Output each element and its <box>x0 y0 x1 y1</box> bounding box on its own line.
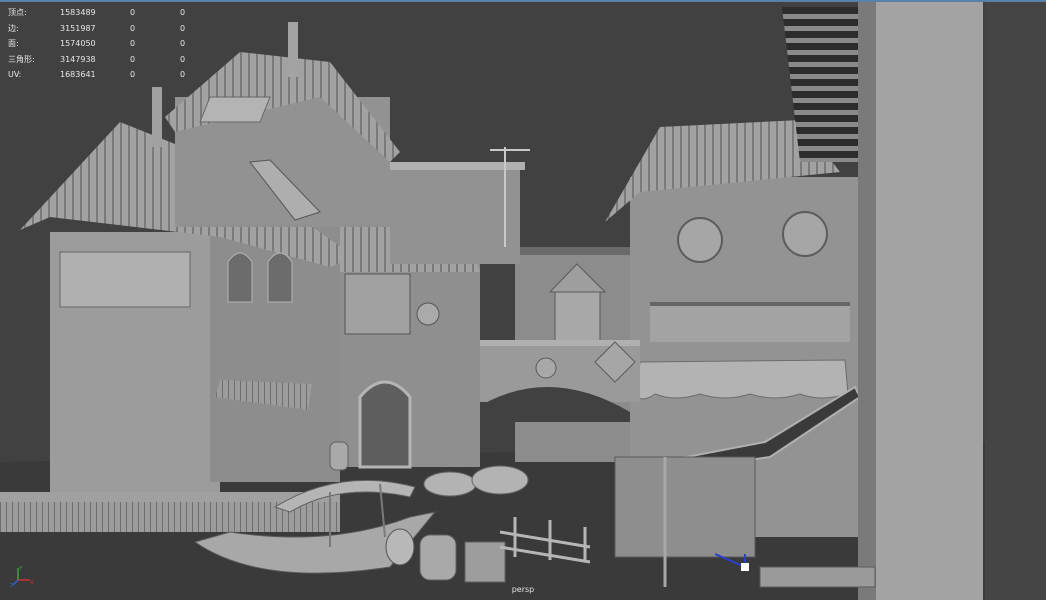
axis-y-label: Y <box>18 566 23 572</box>
market-awning <box>634 359 849 400</box>
hud-selected: 0 <box>130 23 136 33</box>
bench <box>759 566 876 588</box>
scene-render[interactable] <box>0 2 1046 600</box>
hud-value: 1583489 <box>60 8 96 17</box>
hud-component: 0 <box>180 39 186 48</box>
hud-row-triangles: 三角形: 3147938 0 0 <box>8 52 210 68</box>
gallery-structure <box>614 456 756 558</box>
hud-component: 0 <box>180 70 186 79</box>
hud-label: UV: <box>8 70 22 79</box>
hud-component: 0 <box>180 8 186 17</box>
hud-selected: 0 <box>130 70 136 79</box>
hud-value: 1683641 <box>60 70 96 79</box>
3d-viewport[interactable]: 顶点: 1583489 0 0 边: 3151987 0 0 面: 157405… <box>0 0 1046 600</box>
camera-label: persp <box>511 585 535 594</box>
arch-bridge <box>465 340 640 422</box>
hud-row-edges: 边: 3151987 0 0 <box>8 21 210 37</box>
middle-tower <box>385 147 530 264</box>
hud-label: 面: <box>8 39 19 48</box>
hud-row-uvs: UV: 1683641 0 0 <box>8 67 210 83</box>
hud-component: 0 <box>180 54 186 64</box>
hud-row-faces: 面: 1574050 0 0 <box>8 36 210 52</box>
hud-value: 1574050 <box>60 39 96 48</box>
hud-value: 3147938 <box>60 54 96 64</box>
hud-label: 顶点: <box>8 8 27 17</box>
hud-component: 0 <box>180 23 186 33</box>
poly-count-hud: 顶点: 1583489 0 0 边: 3151987 0 0 面: 157405… <box>8 5 210 83</box>
hud-label: 三角形: <box>8 54 35 64</box>
hud-label: 边: <box>8 23 19 33</box>
hud-value: 3151987 <box>60 23 96 33</box>
hud-selected: 0 <box>130 54 136 64</box>
hud-selected: 0 <box>130 39 136 48</box>
hud-row-vertices: 顶点: 1583489 0 0 <box>8 5 210 21</box>
hud-selected: 0 <box>130 8 136 17</box>
